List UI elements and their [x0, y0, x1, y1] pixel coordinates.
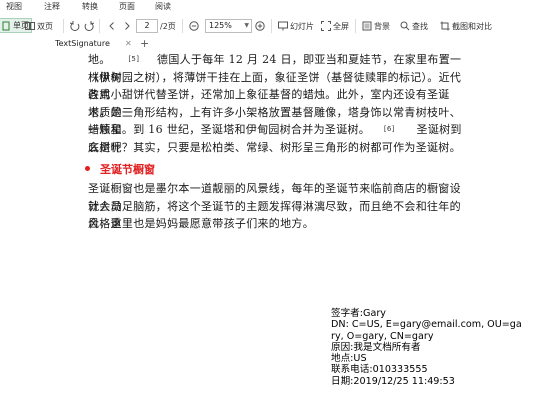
rotate-right-button[interactable]	[84, 19, 96, 33]
menu-page[interactable]: 页面	[119, 1, 135, 12]
page-number-input[interactable]: 2	[136, 19, 158, 33]
slideshow-label: 幻灯片	[290, 21, 314, 31]
chevron-left-icon	[109, 22, 114, 30]
signature-phone: 联系电话:010333555	[331, 364, 428, 376]
signature-date: 日期:2019/12/25 11:49:53	[331, 375, 455, 387]
menu-annotate[interactable]: 注释	[44, 1, 60, 12]
rotate-left-button[interactable]	[70, 19, 82, 33]
bullet-dot	[85, 166, 90, 171]
chevron-down-icon: ▼	[244, 22, 249, 29]
slideshow-icon	[278, 21, 288, 31]
signature-field[interactable]: 签字者:Gary DN: C=US, E=gary@email.com, OU=…	[331, 308, 538, 387]
background-icon	[362, 21, 372, 31]
paragraph-2-line-3: 合，这里也是妈妈最愿意带孩子们来的地方。	[88, 217, 314, 230]
close-icon[interactable]: ✕	[125, 39, 132, 48]
signature-dn-line-2: ry, O=gary, CN=gary	[331, 330, 434, 342]
toolbar-divider	[355, 19, 356, 33]
section-heading: 圣诞节橱窗	[100, 163, 155, 176]
fullscreen-icon	[321, 21, 331, 31]
fullscreen-label: 全屏	[333, 21, 349, 31]
chevron-right-icon	[125, 22, 130, 30]
text-run: 一颗星。到 16 世纪，圣诞塔和伊甸园树合并为圣诞树。	[88, 123, 371, 136]
menu-read[interactable]: 阅读	[155, 1, 171, 12]
next-page-button[interactable]	[122, 19, 134, 33]
screenshot-compare-label: 截图和对比	[452, 21, 492, 31]
paragraph-1-line-6: 么树呢？其实，只要是松柏类、常绿、树形呈三角形的树都可作为圣诞树。	[88, 140, 461, 154]
fullscreen-button[interactable]: 全屏	[321, 19, 349, 33]
footnote-mark: [5]	[128, 55, 140, 63]
zoom-out-icon	[189, 21, 199, 31]
page-total: /2页	[160, 22, 176, 31]
background-label: 背景	[374, 21, 390, 31]
signature-dn-line-1: DN: C=US, E=gary@email.com, OU=ga	[331, 319, 522, 331]
slideshow-button[interactable]: 幻灯片	[278, 19, 314, 33]
zoom-select[interactable]: 125% ▼	[205, 19, 252, 33]
double-page-label: 双页	[37, 21, 53, 31]
footnote-mark: [6]	[383, 125, 395, 133]
find-button[interactable]: 查找	[400, 19, 428, 33]
zoom-in-button[interactable]	[255, 19, 267, 33]
prev-page-button[interactable]	[107, 19, 119, 33]
signature-reason: 原因:我是文档所有者	[331, 341, 421, 353]
toolbar-divider	[99, 19, 100, 33]
zoom-in-icon	[255, 21, 265, 31]
text-run: 地。	[88, 53, 111, 66]
double-page-button[interactable]: 双页	[25, 19, 53, 33]
toolbar: 单页 双页 幻灯片 全屏 背景 查找 截图和对比	[0, 15, 538, 38]
find-label: 查找	[412, 21, 428, 31]
screenshot-compare-button[interactable]: 截图和对比	[440, 19, 492, 33]
search-icon	[400, 21, 410, 31]
menu-view[interactable]: 视图	[6, 1, 22, 12]
double-page-icon	[25, 22, 35, 30]
zoom-out-button[interactable]	[189, 19, 201, 33]
toolbar-divider	[271, 19, 272, 33]
single-page-icon	[2, 21, 10, 30]
screenshot-icon	[440, 21, 450, 31]
tab-bar: TextSignature ✕ +	[0, 37, 538, 53]
background-button[interactable]: 背景	[362, 19, 390, 33]
toolbar-divider	[63, 19, 64, 33]
signature-location: 地点:US	[331, 353, 367, 365]
toolbar-divider	[182, 19, 183, 33]
rotate-right-icon	[84, 21, 94, 31]
zoom-value: 125%	[209, 21, 232, 30]
menu-convert[interactable]: 转换	[82, 1, 98, 12]
menu-bar: 视图 注释 转换 页面 阅读	[0, 0, 538, 15]
signature-signer: 签字者:Gary	[331, 308, 386, 319]
add-tab-icon[interactable]: +	[140, 37, 149, 50]
tab-title: TextSignature	[55, 39, 110, 48]
rotate-left-icon	[70, 21, 80, 31]
